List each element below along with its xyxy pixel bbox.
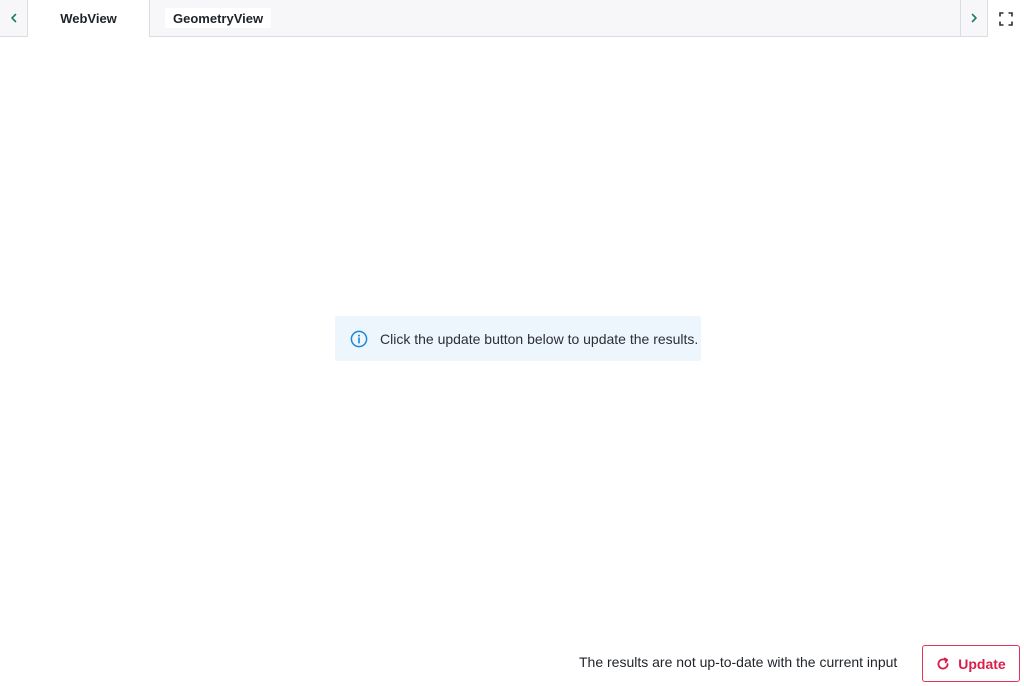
tab-list: WebView GeometryView [28,0,272,37]
chevron-left-icon [10,13,16,23]
tab-scroll-right-button[interactable] [960,0,988,36]
tab-geometryview[interactable]: GeometryView [165,8,272,28]
info-icon [350,330,368,347]
chevron-right-icon [971,13,977,23]
update-button[interactable]: Update [922,645,1020,682]
info-message: Click the update button below to update … [335,316,701,361]
tab-label: WebView [60,11,117,26]
tab-webview[interactable]: WebView [28,0,150,37]
tab-label: GeometryView [173,10,264,26]
tab-strip: WebView GeometryView [0,0,988,37]
status-text: The results are not up-to-date with the … [579,654,898,670]
tab-bar: WebView GeometryView [0,0,1024,37]
tab-scroll-left-button[interactable] [0,0,28,36]
update-button-label: Update [958,655,1006,672]
info-message-text: Click the update button below to update … [380,330,699,347]
expand-icon [999,11,1013,26]
refresh-icon [937,657,949,669]
fullscreen-button[interactable] [988,0,1024,37]
